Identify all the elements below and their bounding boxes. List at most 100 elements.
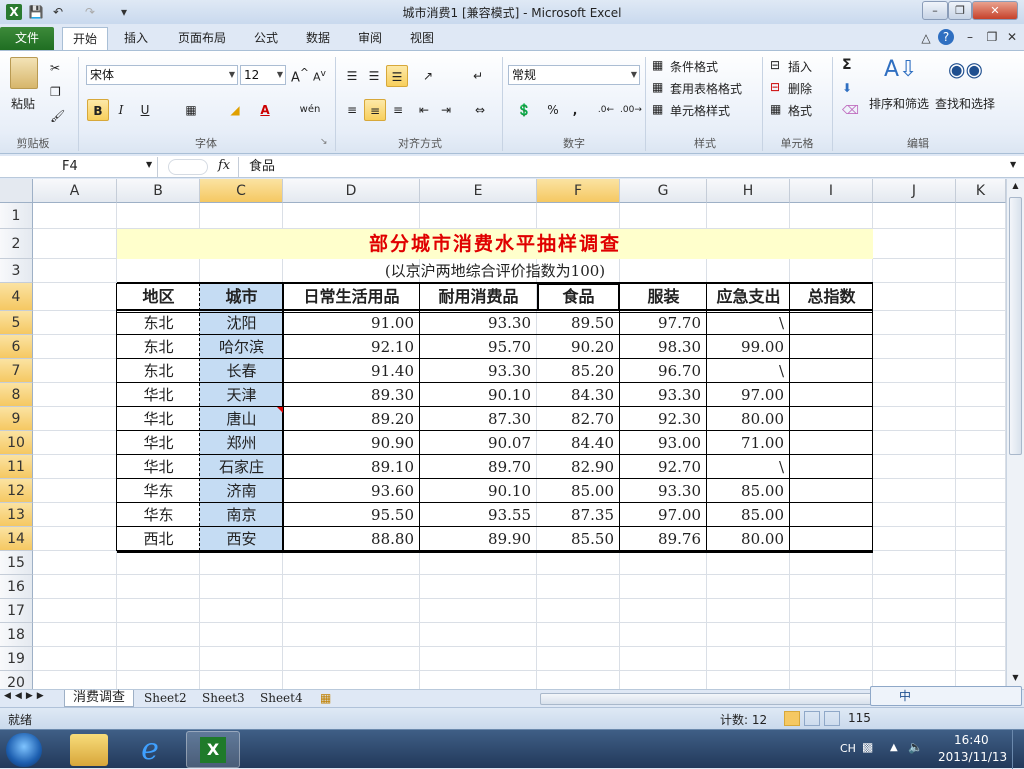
- row-header[interactable]: 16: [0, 575, 33, 599]
- table-cell[interactable]: 89.76: [620, 527, 707, 551]
- select-all-corner[interactable]: [0, 179, 33, 203]
- row-header[interactable]: 14: [0, 527, 33, 551]
- table-cell[interactable]: 93.30: [620, 479, 707, 503]
- font-size-combo[interactable]: 12 ▼: [240, 65, 286, 85]
- table-cell[interactable]: 石家庄: [200, 455, 283, 479]
- table-cell[interactable]: 西北: [117, 527, 200, 551]
- vertical-scrollbar[interactable]: ▲ ▼: [1006, 179, 1024, 689]
- table-header-cell[interactable]: 服装: [620, 283, 707, 311]
- table-cell[interactable]: 90.10: [420, 479, 537, 503]
- table-cell[interactable]: 92.10: [283, 335, 420, 359]
- shrink-font-icon[interactable]: Av: [313, 68, 326, 84]
- scroll-up-icon[interactable]: ▲: [1009, 181, 1022, 193]
- table-cell[interactable]: 82.90: [537, 455, 620, 479]
- table-cell[interactable]: 91.00: [283, 311, 420, 335]
- table-cell[interactable]: 98.30: [620, 335, 707, 359]
- row-header[interactable]: 19: [0, 647, 33, 671]
- table-header-cell[interactable]: 食品: [537, 283, 620, 311]
- table-cell[interactable]: 96.70: [620, 359, 707, 383]
- format-as-table-button[interactable]: 套用表格格式: [670, 80, 742, 97]
- column-header[interactable]: K: [956, 179, 1006, 203]
- insert-cells-button[interactable]: 插入: [788, 58, 812, 75]
- page-break-view-icon[interactable]: [824, 711, 840, 726]
- insert-cells-icon[interactable]: ⊟: [770, 58, 780, 72]
- sheet-tab[interactable]: Sheet2: [144, 691, 187, 705]
- show-desktop-button[interactable]: [1012, 730, 1024, 769]
- table-cell[interactable]: [790, 431, 873, 455]
- table-cell[interactable]: 93.30: [620, 383, 707, 407]
- table-cell[interactable]: 85.00: [537, 479, 620, 503]
- table-cell[interactable]: 95.70: [420, 335, 537, 359]
- sort-filter-icon[interactable]: A⇩: [884, 57, 917, 87]
- table-cell[interactable]: [790, 383, 873, 407]
- increase-decimal-icon[interactable]: .0←: [596, 99, 616, 121]
- number-format-combo[interactable]: 常规 ▼: [508, 65, 640, 85]
- paste-icon[interactable]: [10, 57, 38, 89]
- formula-input[interactable]: 食品: [238, 157, 1012, 177]
- comma-button[interactable]: ,: [568, 99, 582, 121]
- excel-taskbar-button[interactable]: X: [186, 731, 240, 768]
- table-header-cell[interactable]: 总指数: [790, 283, 873, 311]
- table-cell[interactable]: 济南: [200, 479, 283, 503]
- table-cell[interactable]: 郑州: [200, 431, 283, 455]
- table-cell[interactable]: \: [707, 311, 790, 335]
- row-header[interactable]: 2: [0, 229, 33, 259]
- table-cell[interactable]: [790, 527, 873, 551]
- table-cell[interactable]: 71.00: [707, 431, 790, 455]
- table-cell[interactable]: 99.00: [707, 335, 790, 359]
- fill-color-icon[interactable]: ◢: [222, 99, 248, 121]
- wrap-text-icon[interactable]: ↵: [468, 65, 488, 87]
- decrease-decimal-icon[interactable]: .00→: [620, 99, 642, 121]
- row-header[interactable]: 4: [0, 283, 33, 311]
- column-header[interactable]: C: [200, 179, 283, 203]
- table-cell[interactable]: 93.60: [283, 479, 420, 503]
- dialog-launcher-icon[interactable]: ↘: [320, 137, 328, 147]
- table-cell[interactable]: [790, 407, 873, 431]
- table-cell[interactable]: [790, 335, 873, 359]
- clock-date[interactable]: 2013/11/13: [938, 750, 1007, 764]
- table-cell[interactable]: 华东: [117, 503, 200, 527]
- table-cell[interactable]: 华北: [117, 383, 200, 407]
- format-as-table-icon[interactable]: ▦: [652, 80, 663, 94]
- table-cell[interactable]: 93.55: [420, 503, 537, 527]
- tab-review[interactable]: 审阅: [350, 27, 390, 50]
- table-cell[interactable]: 华北: [117, 431, 200, 455]
- column-header[interactable]: F: [537, 179, 620, 203]
- row-header[interactable]: 9: [0, 407, 33, 431]
- table-header-cell[interactable]: 应急支出: [707, 283, 790, 311]
- expand-formula-icon[interactable]: ▼: [1010, 160, 1016, 169]
- zoom-level[interactable]: 115: [848, 711, 871, 725]
- table-cell[interactable]: 80.00: [707, 527, 790, 551]
- table-cell[interactable]: 87.30: [420, 407, 537, 431]
- column-header[interactable]: A: [33, 179, 117, 203]
- table-cell[interactable]: [790, 503, 873, 527]
- table-cell[interactable]: [790, 455, 873, 479]
- worksheet-grid[interactable]: ABCDEFGHIJK 1 2 3 4 5 6 7 8 9 10 11 12 13 14 15 16 17 18 1…: [0, 179, 1006, 689]
- column-header[interactable]: B: [117, 179, 200, 203]
- tab-formulas[interactable]: 公式: [246, 27, 286, 50]
- phonetic-icon[interactable]: wén: [296, 99, 324, 121]
- sheet-nav-icon[interactable]: ◀◀▶▶: [4, 691, 48, 701]
- table-cell[interactable]: 华北: [117, 455, 200, 479]
- column-header[interactable]: J: [873, 179, 956, 203]
- table-cell[interactable]: 东北: [117, 335, 200, 359]
- table-cell[interactable]: \: [707, 455, 790, 479]
- table-cell[interactable]: 华北: [117, 407, 200, 431]
- table-cell[interactable]: 90.07: [420, 431, 537, 455]
- close-button[interactable]: ✕: [972, 1, 1018, 20]
- row-header[interactable]: 20: [0, 671, 33, 689]
- tab-view[interactable]: 视图: [402, 27, 442, 50]
- table-cell[interactable]: 天津: [200, 383, 283, 407]
- row-header[interactable]: 15: [0, 551, 33, 575]
- binoculars-icon[interactable]: ◉◉: [948, 57, 983, 87]
- fill-icon[interactable]: ⬇: [842, 81, 852, 95]
- underline-button[interactable]: U: [134, 99, 156, 121]
- table-cell[interactable]: 92.30: [620, 407, 707, 431]
- minimize-button[interactable]: –: [922, 1, 948, 20]
- table-cell[interactable]: 89.30: [283, 383, 420, 407]
- conditional-format-button[interactable]: 条件格式: [670, 58, 718, 75]
- tab-data[interactable]: 数据: [298, 27, 338, 50]
- currency-icon[interactable]: 💲: [510, 99, 538, 121]
- clock-time[interactable]: 16:40: [954, 733, 989, 747]
- table-cell[interactable]: 93.30: [420, 311, 537, 335]
